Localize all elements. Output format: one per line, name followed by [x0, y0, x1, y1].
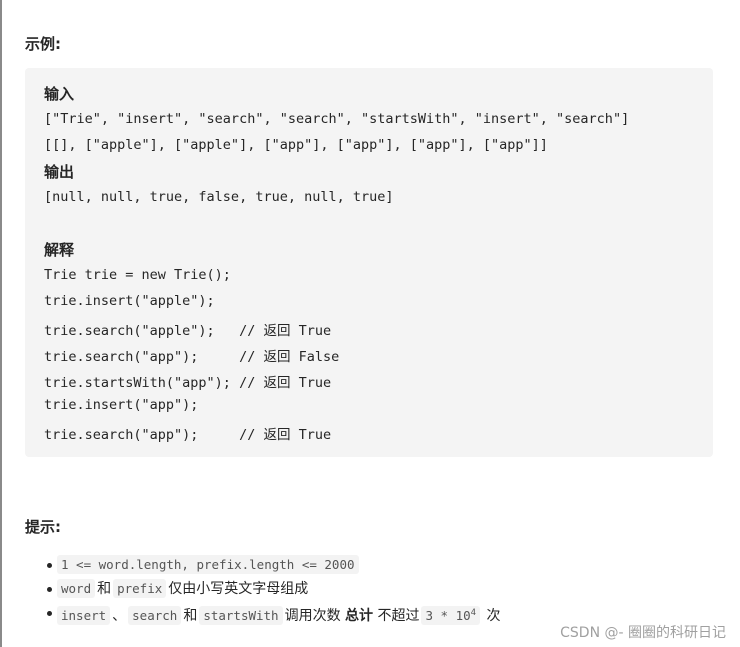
- list-item: word 和 prefix 仅由小写英文字母组成: [47, 577, 501, 601]
- code-line: trie.search("apple"); // 返回 True: [44, 323, 332, 339]
- inline-code: 3 * 104: [421, 606, 481, 626]
- code-line: ["Trie", "insert", "search", "search", "…: [44, 111, 630, 127]
- number: 3 * 10: [425, 608, 471, 624]
- text: 次: [486, 608, 501, 625]
- bold-text: 总计: [345, 608, 374, 625]
- text: 和: [183, 608, 198, 625]
- example-heading: 示例:: [25, 35, 61, 53]
- text: 调用次数: [284, 608, 341, 625]
- inline-code: 1 <= word.length, prefix.length <= 2000: [57, 555, 359, 574]
- text: 仅由小写英文字母组成: [168, 581, 309, 597]
- inline-code: prefix: [113, 579, 167, 598]
- code-line: [[], ["apple"], ["apple"], ["app"], ["ap…: [44, 137, 548, 153]
- list-item: insert、 search 和 startsWith 调用次数 总计 不超过 3 * 1…: [47, 601, 501, 626]
- output-label: 输出: [44, 163, 75, 181]
- inline-code: word: [57, 579, 96, 598]
- left-border: [0, 0, 2, 647]
- code-line: trie.insert("app");: [44, 397, 199, 413]
- exponent: 4: [470, 608, 477, 618]
- text: 和: [97, 581, 112, 597]
- code-line: trie.startsWith("app"); // 返回 True: [44, 375, 332, 391]
- explain-label: 解释: [44, 241, 75, 259]
- list-item: 1 <= word.length, prefix.length <= 2000: [47, 553, 501, 577]
- code-line: trie.search("app"); // 返回 False: [44, 349, 340, 365]
- hint-list: 1 <= word.length, prefix.length <= 2000 …: [47, 553, 501, 626]
- watermark: CSDN @- 圈圈的科研日记: [560, 625, 726, 641]
- input-label: 输入: [44, 85, 75, 103]
- inline-code: insert: [57, 606, 111, 626]
- hint-heading: 提示:: [25, 518, 61, 536]
- code-block: 输入 ["Trie", "insert", "search", "search"…: [25, 68, 713, 457]
- text: 不超过: [377, 608, 420, 625]
- code-line: trie.search("app"); // 返回 True: [44, 427, 332, 443]
- inline-code: search: [128, 606, 182, 626]
- inline-code: startsWith: [199, 606, 283, 626]
- code-line: trie.insert("apple");: [44, 293, 215, 309]
- code-line: Trie trie = new Trie();: [44, 267, 231, 283]
- text: 、: [112, 608, 127, 625]
- code-line: [null, null, true, false, true, null, tr…: [44, 189, 394, 205]
